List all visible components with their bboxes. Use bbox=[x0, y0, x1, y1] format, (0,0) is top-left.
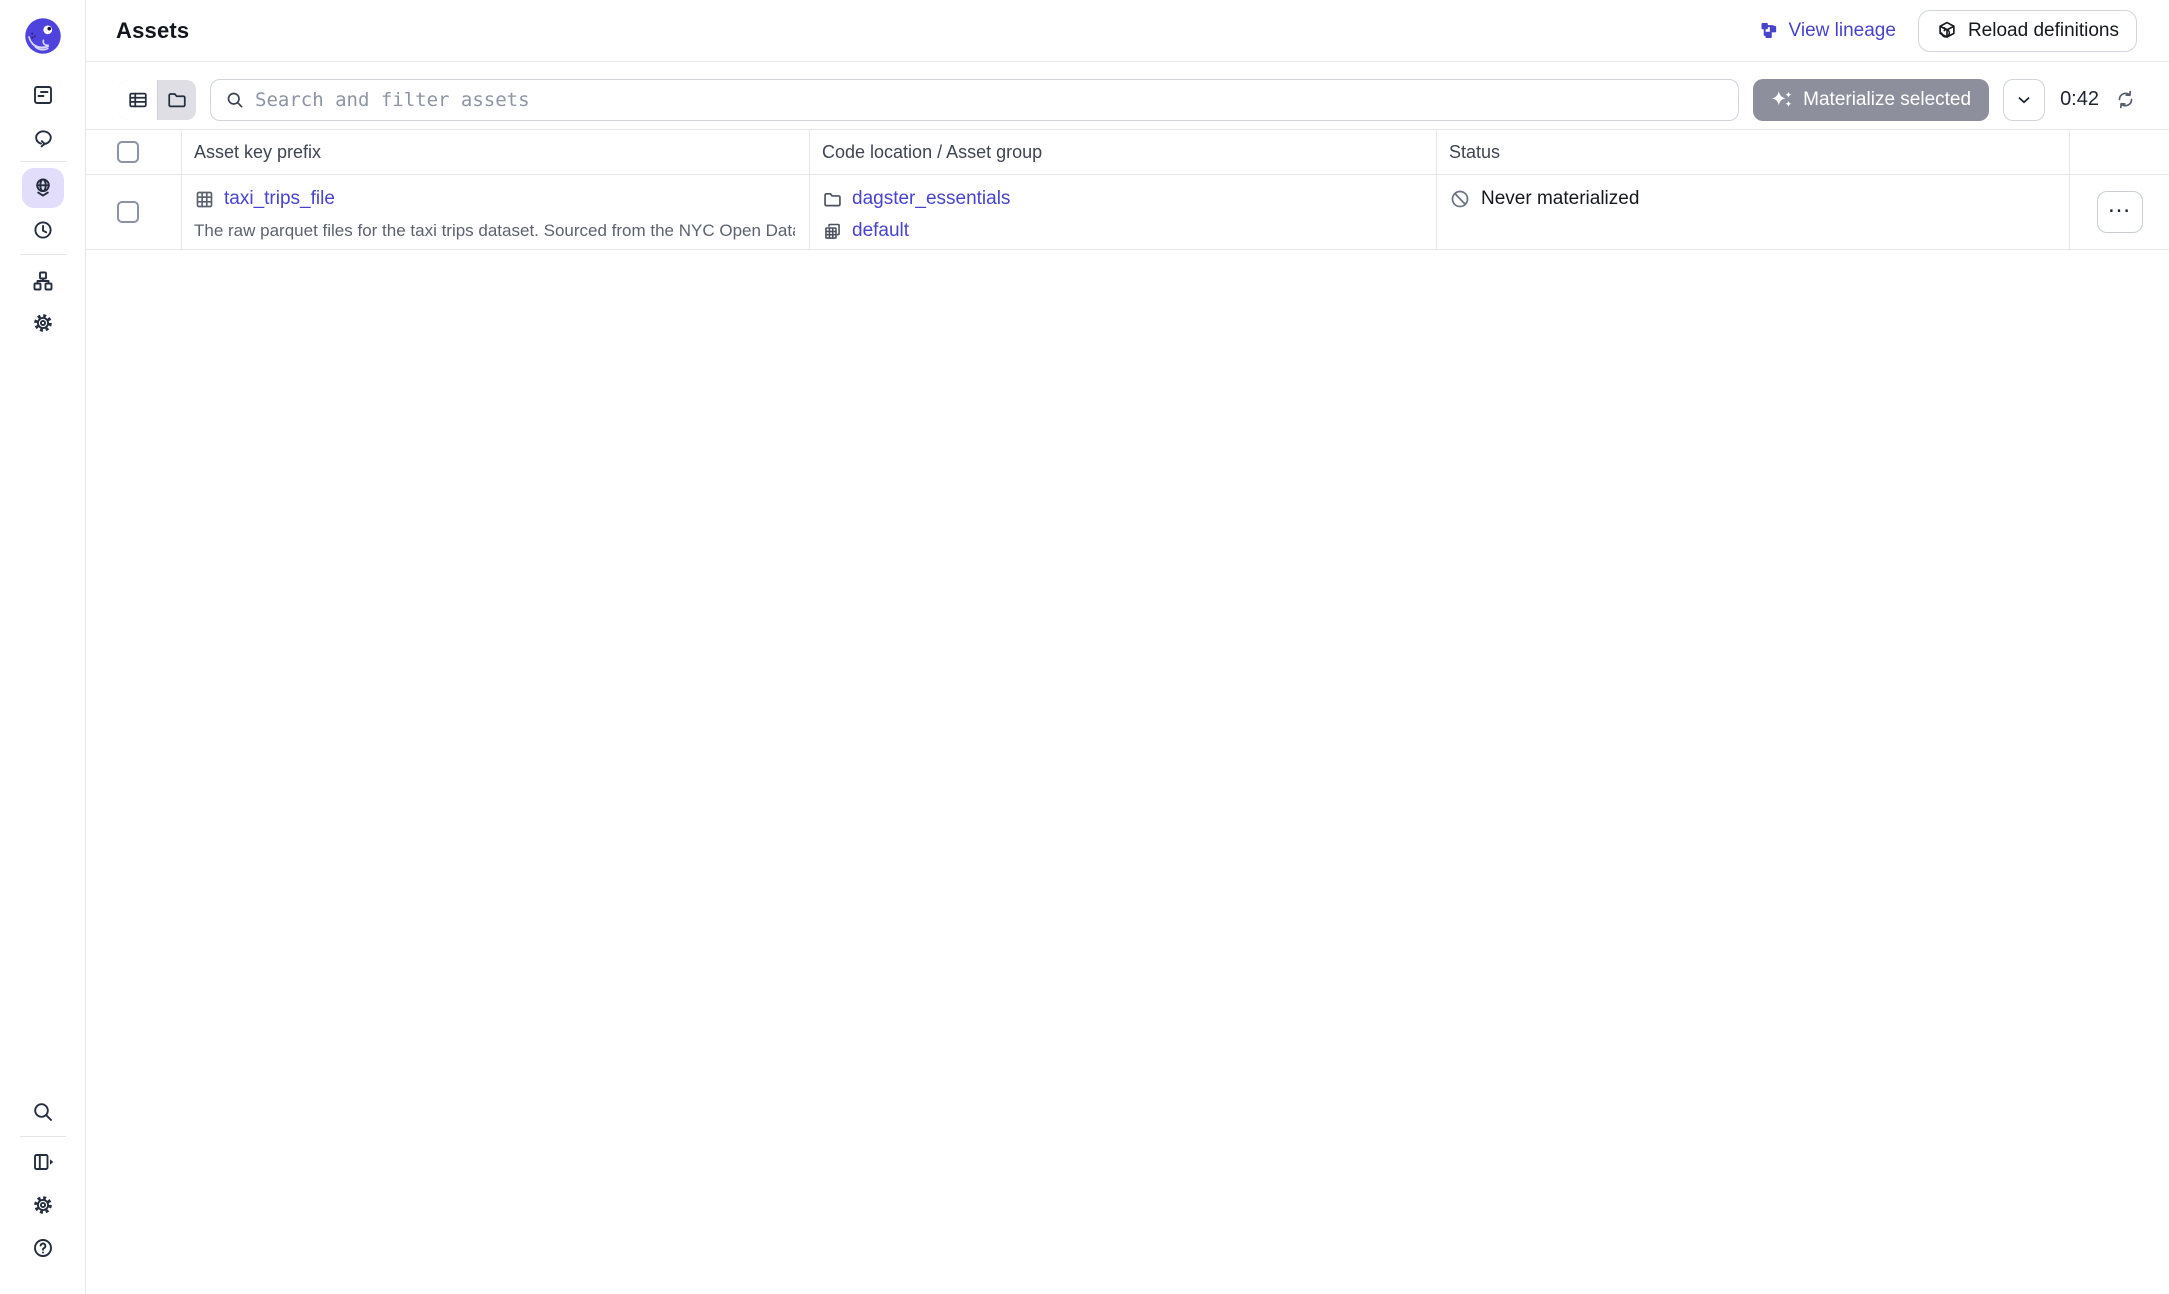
sidebar-search-icon[interactable] bbox=[22, 1092, 64, 1132]
nav-settings-gear-icon[interactable] bbox=[22, 303, 64, 343]
reload-definitions-button[interactable]: Reload definitions bbox=[1918, 10, 2137, 52]
materialize-options-dropdown-button[interactable] bbox=[2003, 79, 2045, 121]
sidebar-nav-top bbox=[20, 75, 66, 343]
table-header-row: Asset key prefix Code location / Asset g… bbox=[86, 129, 2169, 175]
page-title: Assets bbox=[116, 18, 189, 44]
search-input-wrapper bbox=[210, 79, 1739, 121]
code-location-link[interactable]: dagster_essentials bbox=[852, 188, 1010, 210]
asset-group-icon bbox=[822, 221, 843, 242]
reload-cube-icon bbox=[1936, 20, 1958, 42]
refresh-icon[interactable] bbox=[2113, 87, 2138, 112]
asset-group-link[interactable]: default bbox=[852, 220, 909, 242]
search-input[interactable] bbox=[255, 89, 1724, 111]
sidebar-divider bbox=[20, 254, 66, 255]
topbar: Assets View lineage bbox=[86, 0, 2169, 62]
asset-key-link[interactable]: taxi_trips_file bbox=[224, 188, 335, 210]
user-settings-gear-icon[interactable] bbox=[22, 1185, 64, 1225]
materialize-selected-button[interactable]: Materialize selected bbox=[1753, 79, 1989, 121]
app-root: Assets View lineage bbox=[0, 0, 2169, 1294]
row-checkbox[interactable] bbox=[117, 201, 139, 223]
status-cell: Never materialized bbox=[1437, 175, 2070, 249]
status-text: Never materialized bbox=[1481, 188, 1639, 210]
asset-description: The raw parquet files for the taxi trips… bbox=[194, 217, 795, 245]
assets-table: Asset key prefix Code location / Asset g… bbox=[86, 129, 2169, 250]
chevron-down-icon bbox=[2015, 91, 2033, 109]
folder-view-icon bbox=[166, 89, 188, 111]
sidebar-nav-bottom bbox=[20, 1092, 66, 1268]
more-actions-button[interactable]: … bbox=[2097, 191, 2143, 233]
more-actions-label: … bbox=[2107, 191, 2132, 219]
expand-panel-icon[interactable] bbox=[22, 1142, 64, 1182]
help-icon[interactable] bbox=[22, 1228, 64, 1268]
row-actions-cell: … bbox=[2070, 175, 2169, 249]
reload-definitions-label: Reload definitions bbox=[1968, 20, 2119, 42]
nav-schedules-icon[interactable] bbox=[22, 210, 64, 250]
refresh-countdown: 0:42 bbox=[2060, 88, 2099, 111]
column-header-status: Status bbox=[1437, 130, 2070, 174]
nav-runs-icon[interactable] bbox=[22, 117, 64, 157]
select-all-checkbox[interactable] bbox=[117, 141, 139, 163]
view-mode-toggle bbox=[118, 80, 196, 120]
code-location-cell: dagster_essentials bbox=[810, 175, 1437, 249]
view-lineage-link[interactable]: View lineage bbox=[1759, 20, 1896, 42]
assets-toolbar: Materialize selected 0:42 bbox=[86, 62, 2169, 129]
nav-overview-icon[interactable] bbox=[22, 75, 64, 115]
dagster-logo-icon[interactable] bbox=[24, 17, 62, 55]
nav-deployment-icon[interactable] bbox=[22, 261, 64, 301]
materialize-selected-label: Materialize selected bbox=[1803, 89, 1971, 111]
view-lineage-label: View lineage bbox=[1789, 20, 1896, 42]
folder-icon bbox=[822, 189, 843, 210]
lineage-graph-icon bbox=[1759, 20, 1780, 41]
sidebar-divider bbox=[20, 1136, 66, 1137]
main-content: Assets View lineage bbox=[86, 0, 2169, 1294]
header-checkbox-cell bbox=[86, 130, 182, 174]
topbar-actions: View lineage Reload definitions bbox=[1759, 10, 2137, 52]
table-view-icon bbox=[127, 89, 149, 111]
row-checkbox-cell bbox=[86, 175, 182, 249]
sparkle-icon bbox=[1771, 90, 1793, 109]
sidebar-divider bbox=[20, 161, 66, 162]
asset-table-icon bbox=[194, 189, 215, 210]
search-icon bbox=[225, 90, 245, 110]
folder-view-toggle-button[interactable] bbox=[157, 80, 196, 120]
column-header-code-location: Code location / Asset group bbox=[810, 130, 1437, 174]
asset-key-cell: taxi_trips_file The raw parquet files fo… bbox=[182, 175, 810, 249]
flat-view-toggle-button[interactable] bbox=[118, 80, 157, 120]
column-header-asset-key: Asset key prefix bbox=[182, 130, 810, 174]
sidebar bbox=[0, 0, 86, 1294]
nav-assets-icon[interactable] bbox=[22, 168, 64, 208]
table-row: taxi_trips_file The raw parquet files fo… bbox=[86, 175, 2169, 250]
column-header-actions bbox=[2070, 130, 2169, 174]
never-materialized-icon bbox=[1449, 188, 1471, 210]
